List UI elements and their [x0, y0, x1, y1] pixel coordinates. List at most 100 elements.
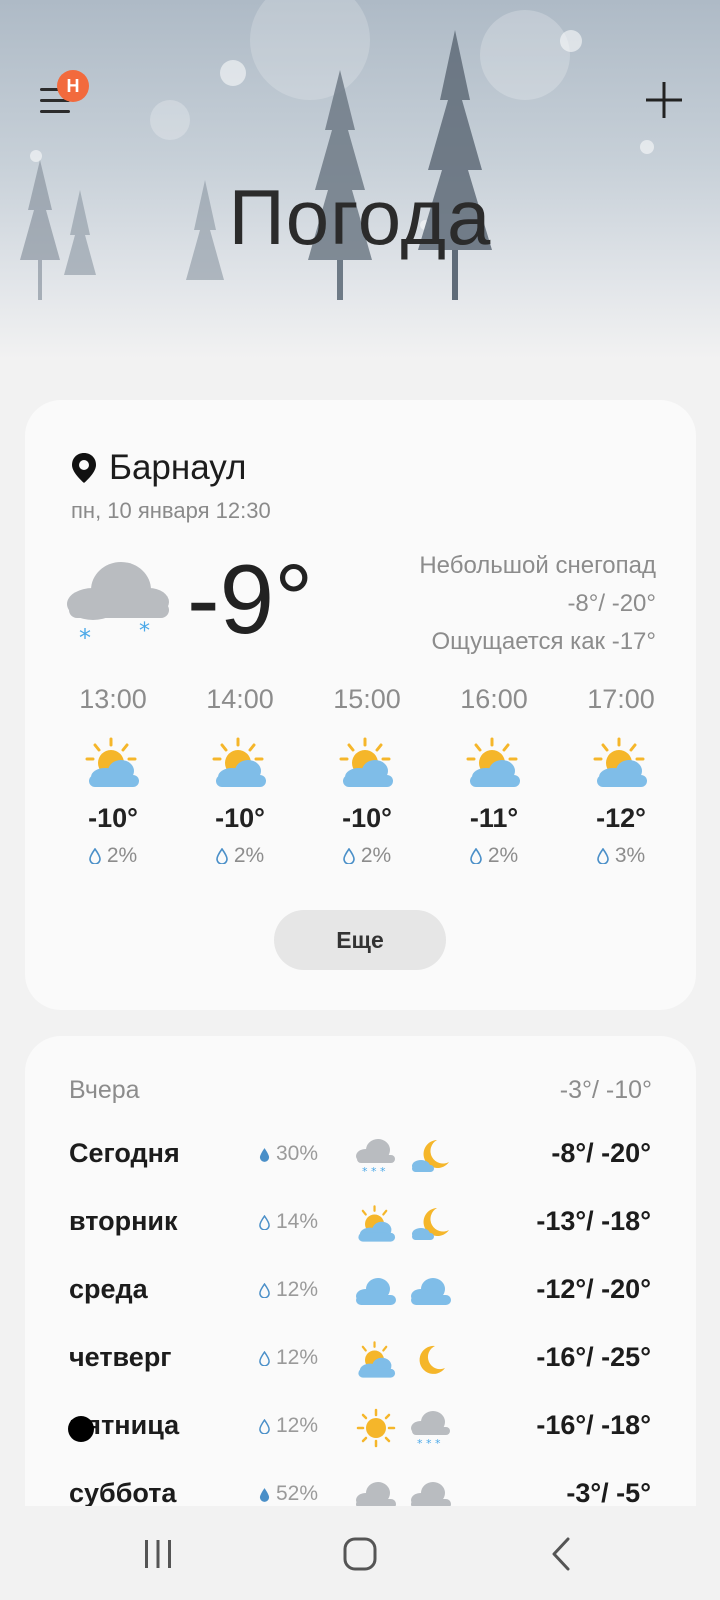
svg-text:* * *: * * *	[417, 1437, 441, 1448]
droplet-icon	[216, 848, 228, 864]
daily-row[interactable]: пятница 12% * * * -16°/ -18°	[69, 1404, 651, 1454]
daily-row[interactable]: Сегодня 30% * * * -8°/ -20°	[69, 1132, 651, 1182]
day-temp-range: -12°/ -20°	[536, 1274, 651, 1304]
condition-text: Небольшой снегопад	[419, 552, 656, 579]
daily-row[interactable]: среда 12% -12°/ -20°	[69, 1268, 651, 1318]
droplet-icon	[259, 1282, 270, 1298]
day-precip-value: 12%	[276, 1346, 319, 1369]
feels-like: Ощущается как -17°	[431, 628, 656, 655]
notification-badge: Н	[57, 70, 89, 102]
partly-sunny-icon	[358, 1341, 396, 1378]
hourly-item: 15:00 -10° 2%	[307, 684, 427, 868]
moon-cloud-icon	[412, 1140, 449, 1172]
daily-forecast-card: Вчера -3°/ -10° Сегодня 30% * * * -8°/ -…	[25, 1036, 696, 1506]
day-temp-range: -13°/ -18°	[536, 1206, 651, 1236]
droplet-icon	[597, 848, 609, 864]
day-precipitation: 14%	[259, 1210, 318, 1234]
day-name: среда	[69, 1274, 148, 1304]
day-precip-value: 12%	[276, 1278, 319, 1301]
current-temperature: -9°	[187, 544, 314, 654]
hour-temperature: -10°	[88, 803, 138, 833]
current-weather-card[interactable]: Барнаул пн, 10 января 12:30 * * -9° Небо…	[25, 400, 696, 1010]
day-precip-value: 14%	[276, 1210, 319, 1233]
location-name: Барнаул	[109, 448, 247, 487]
hour-precip-value: 2%	[487, 844, 519, 867]
location-pin-icon	[72, 453, 96, 483]
hour-temperature: -11°	[469, 803, 519, 833]
hour-time: 13:00	[79, 684, 147, 714]
partly-sunny-icon	[466, 737, 520, 787]
touch-indicator	[68, 1416, 94, 1442]
day-precip-value: 52%	[276, 1482, 319, 1505]
location-row: Барнаул	[71, 448, 246, 488]
back-button[interactable]	[538, 1530, 586, 1578]
day-precipitation: 12%	[259, 1278, 318, 1302]
page-title: Погода	[228, 173, 492, 261]
day-name: суббота	[69, 1478, 177, 1506]
hourly-forecast: 13:00 -10° 2% 14:00 -10° 2% 15:00 -10° 2…	[53, 684, 681, 868]
yesterday-range: -3°/ -10°	[559, 1076, 652, 1104]
day-precip-value: 30%	[276, 1142, 319, 1165]
hour-precipitation: 2%	[180, 844, 300, 868]
cloud-icon	[356, 1278, 396, 1305]
droplet-icon	[259, 1350, 270, 1366]
recent-apps-button[interactable]	[134, 1530, 182, 1578]
day-precipitation: 52%	[259, 1482, 318, 1506]
system-navigation-bar	[0, 1506, 720, 1600]
more-button[interactable]: Еще	[274, 910, 446, 970]
daily-row[interactable]: вторник 14% -13°/ -18°	[69, 1200, 651, 1250]
day-precip-value: 12%	[276, 1414, 319, 1437]
svg-text:*: *	[79, 624, 91, 648]
menu-icon-line	[40, 110, 70, 113]
hour-temperature: -10°	[215, 803, 265, 833]
droplet-icon	[470, 848, 482, 864]
hour-precip-value: 2%	[360, 844, 392, 867]
daily-row[interactable]: четверг 12% -16°/ -25°	[69, 1336, 651, 1386]
snow-bokeh	[220, 60, 246, 86]
hourly-item: 13:00 -10° 2%	[53, 684, 173, 868]
droplet-icon	[89, 848, 101, 864]
moon-icon	[419, 1345, 445, 1374]
hour-precipitation: 2%	[307, 844, 427, 868]
hour-time: 17:00	[587, 684, 655, 714]
day-temp-range: -8°/ -20°	[551, 1138, 651, 1168]
snow-bokeh	[150, 100, 190, 140]
partly-sunny-icon	[212, 737, 266, 787]
hour-time: 15:00	[333, 684, 401, 714]
hour-temperature: -10°	[342, 803, 392, 833]
day-name: Сегодня	[69, 1138, 180, 1168]
hour-precipitation: 3%	[561, 844, 681, 868]
cloud-gray-icon	[356, 1482, 396, 1506]
day-temp-range: -16°/ -25°	[536, 1342, 651, 1372]
hour-precipitation: 2%	[434, 844, 554, 868]
hour-precip-value: 2%	[233, 844, 265, 867]
droplet-filled-icon	[259, 1147, 270, 1162]
partly-sunny-icon	[85, 737, 139, 787]
daily-row[interactable]: суббота 52% -3°/ -5°	[69, 1472, 651, 1506]
hour-time: 14:00	[206, 684, 274, 714]
day-name: четверг	[69, 1342, 172, 1372]
hourly-item: 14:00 -10° 2%	[180, 684, 300, 868]
partly-sunny-icon	[339, 737, 393, 787]
add-location-button[interactable]	[644, 80, 684, 120]
cloud-snow-icon: * * *	[411, 1411, 450, 1448]
droplet-icon	[259, 1418, 270, 1434]
day-temp-range: -3°/ -5°	[566, 1478, 651, 1506]
home-button[interactable]	[336, 1530, 384, 1578]
cloud-icon	[411, 1278, 451, 1305]
cloud-snow-icon: * * *	[356, 1139, 395, 1176]
hour-precipitation: 2%	[53, 844, 173, 868]
current-datetime: пн, 10 января 12:30	[71, 498, 271, 523]
cloud-gray-icon	[411, 1482, 451, 1506]
condition-summary: Небольшой снегопад -8°/ -20° Ощущается к…	[419, 547, 656, 661]
hourly-item: 16:00 -11° 2%	[434, 684, 554, 868]
svg-text:*: *	[139, 619, 150, 644]
hour-time: 16:00	[460, 684, 528, 714]
snow-bokeh	[560, 30, 582, 52]
partly-sunny-icon	[593, 737, 647, 787]
droplet-icon	[259, 1214, 270, 1230]
moon-cloud-icon	[412, 1208, 449, 1240]
high-low-temp: -8°/ -20°	[567, 590, 656, 617]
droplet-filled-icon	[259, 1487, 270, 1502]
cloud-snow-icon: * *	[67, 562, 169, 648]
